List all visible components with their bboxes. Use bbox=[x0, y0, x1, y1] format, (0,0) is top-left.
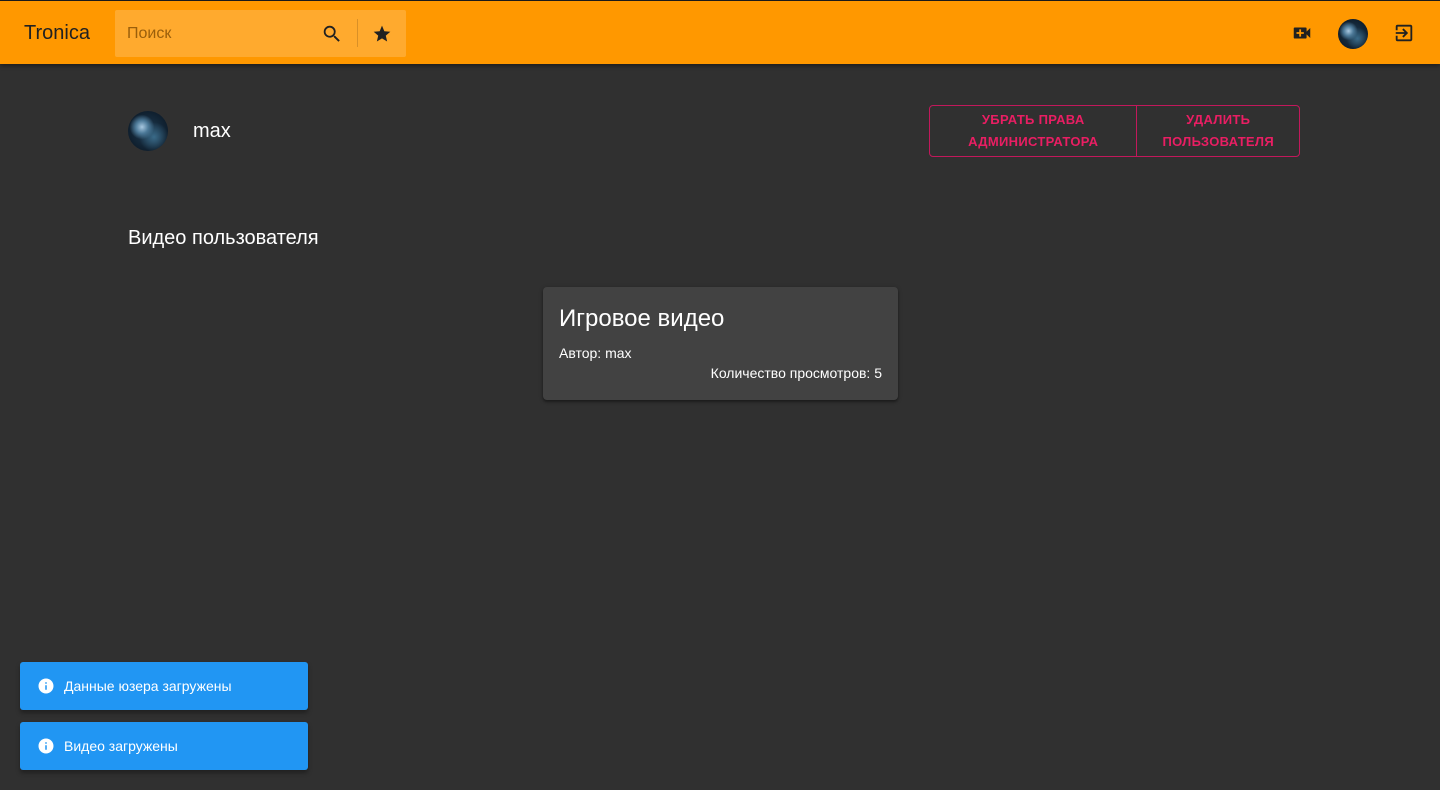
info-icon bbox=[37, 677, 55, 695]
video-plus-icon bbox=[1293, 27, 1311, 39]
user-avatar-button[interactable] bbox=[1338, 19, 1368, 49]
notification-text: Видео загружены bbox=[64, 738, 178, 754]
exit-icon bbox=[1395, 24, 1413, 42]
avatar bbox=[128, 111, 168, 151]
admin-actions-group: УБРАТЬ ПРАВА АДМИНИСТРАТОРА УДАЛИТЬ ПОЛЬ… bbox=[929, 105, 1300, 157]
profile-avatar bbox=[128, 111, 168, 151]
favorites-button[interactable] bbox=[367, 19, 397, 49]
notification[interactable]: Видео загружены bbox=[20, 722, 308, 770]
search-divider bbox=[357, 19, 358, 47]
avatar bbox=[1338, 19, 1368, 49]
video-author: Автор: max bbox=[559, 345, 632, 361]
video-card[interactable]: Игровое видео Автор: max Количество прос… bbox=[543, 287, 898, 400]
notification[interactable]: Данные юзера загружены bbox=[20, 662, 308, 710]
search-box bbox=[115, 10, 406, 57]
search-icon bbox=[323, 25, 340, 42]
delete-user-button[interactable]: УДАЛИТЬ ПОЛЬЗОВАТЕЛЯ bbox=[1137, 106, 1299, 156]
app-brand[interactable]: Tronica bbox=[24, 22, 90, 45]
search-input[interactable] bbox=[115, 10, 315, 57]
star-icon bbox=[373, 25, 391, 42]
video-views: Количество просмотров: 5 bbox=[710, 365, 882, 381]
add-video-button[interactable] bbox=[1287, 18, 1317, 48]
info-icon bbox=[37, 737, 55, 755]
video-title: Игровое видео bbox=[559, 305, 725, 332]
section-title: Видео пользователя bbox=[128, 227, 319, 249]
profile-name: max bbox=[193, 120, 231, 142]
logout-button[interactable] bbox=[1389, 18, 1419, 48]
notification-text: Данные юзера загружены bbox=[64, 678, 232, 694]
app-bar: Tronica bbox=[0, 0, 1440, 64]
remove-admin-rights-button[interactable]: УБРАТЬ ПРАВА АДМИНИСТРАТОРА bbox=[930, 106, 1138, 156]
search-button[interactable] bbox=[317, 19, 347, 49]
